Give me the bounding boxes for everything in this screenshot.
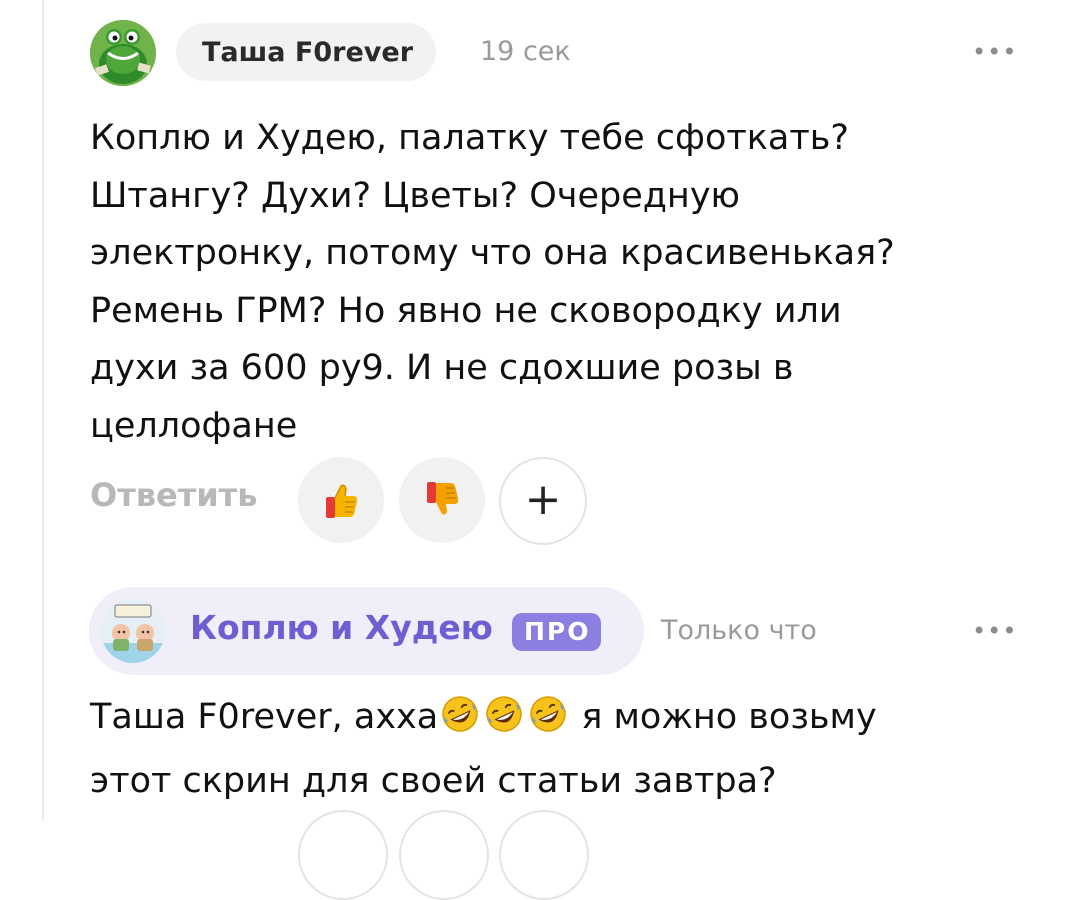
comment-time: 19 сек: [480, 36, 571, 67]
comment-text: Коплю и Худею, палатку тебе сфоткать? Шт…: [90, 118, 895, 446]
author-name: Таша F0rever: [202, 36, 414, 68]
author-name: Коплю и Худею: [190, 608, 493, 647]
comment-time: Только что: [661, 615, 817, 646]
reply-button[interactable]: Ответить: [90, 476, 257, 514]
comment-text: Таша F0rever, ахха я можно возьму этот с…: [90, 688, 1050, 810]
thread-line: [42, 0, 44, 821]
thumbs-up-icon: [326, 484, 358, 518]
avatar[interactable]: [90, 20, 156, 86]
more-options-icon[interactable]: •••: [972, 617, 1017, 645]
more-options-icon[interactable]: •••: [972, 38, 1017, 66]
plus-icon: +: [524, 473, 562, 525]
rofl-emoji-icon: [484, 694, 524, 752]
pro-badge: ПРО: [512, 613, 601, 651]
add-reaction-button[interactable]: +: [499, 457, 587, 545]
channel-avatar-icon: [101, 599, 165, 663]
add-reaction-button[interactable]: [499, 810, 589, 900]
dislike-button[interactable]: [399, 457, 485, 543]
rofl-emoji-icon: [440, 694, 480, 752]
avatar[interactable]: [101, 599, 165, 663]
dislike-button[interactable]: [399, 810, 489, 900]
frog-avatar-icon: [90, 20, 156, 86]
like-button[interactable]: [298, 810, 388, 900]
author-name-button[interactable]: Таша F0rever: [176, 23, 437, 81]
thumbs-down-icon: [427, 482, 459, 515]
like-button[interactable]: [298, 457, 384, 543]
comment-text-start: Таша F0rever, ахха: [90, 697, 439, 737]
rofl-emoji-icon: [528, 694, 568, 752]
